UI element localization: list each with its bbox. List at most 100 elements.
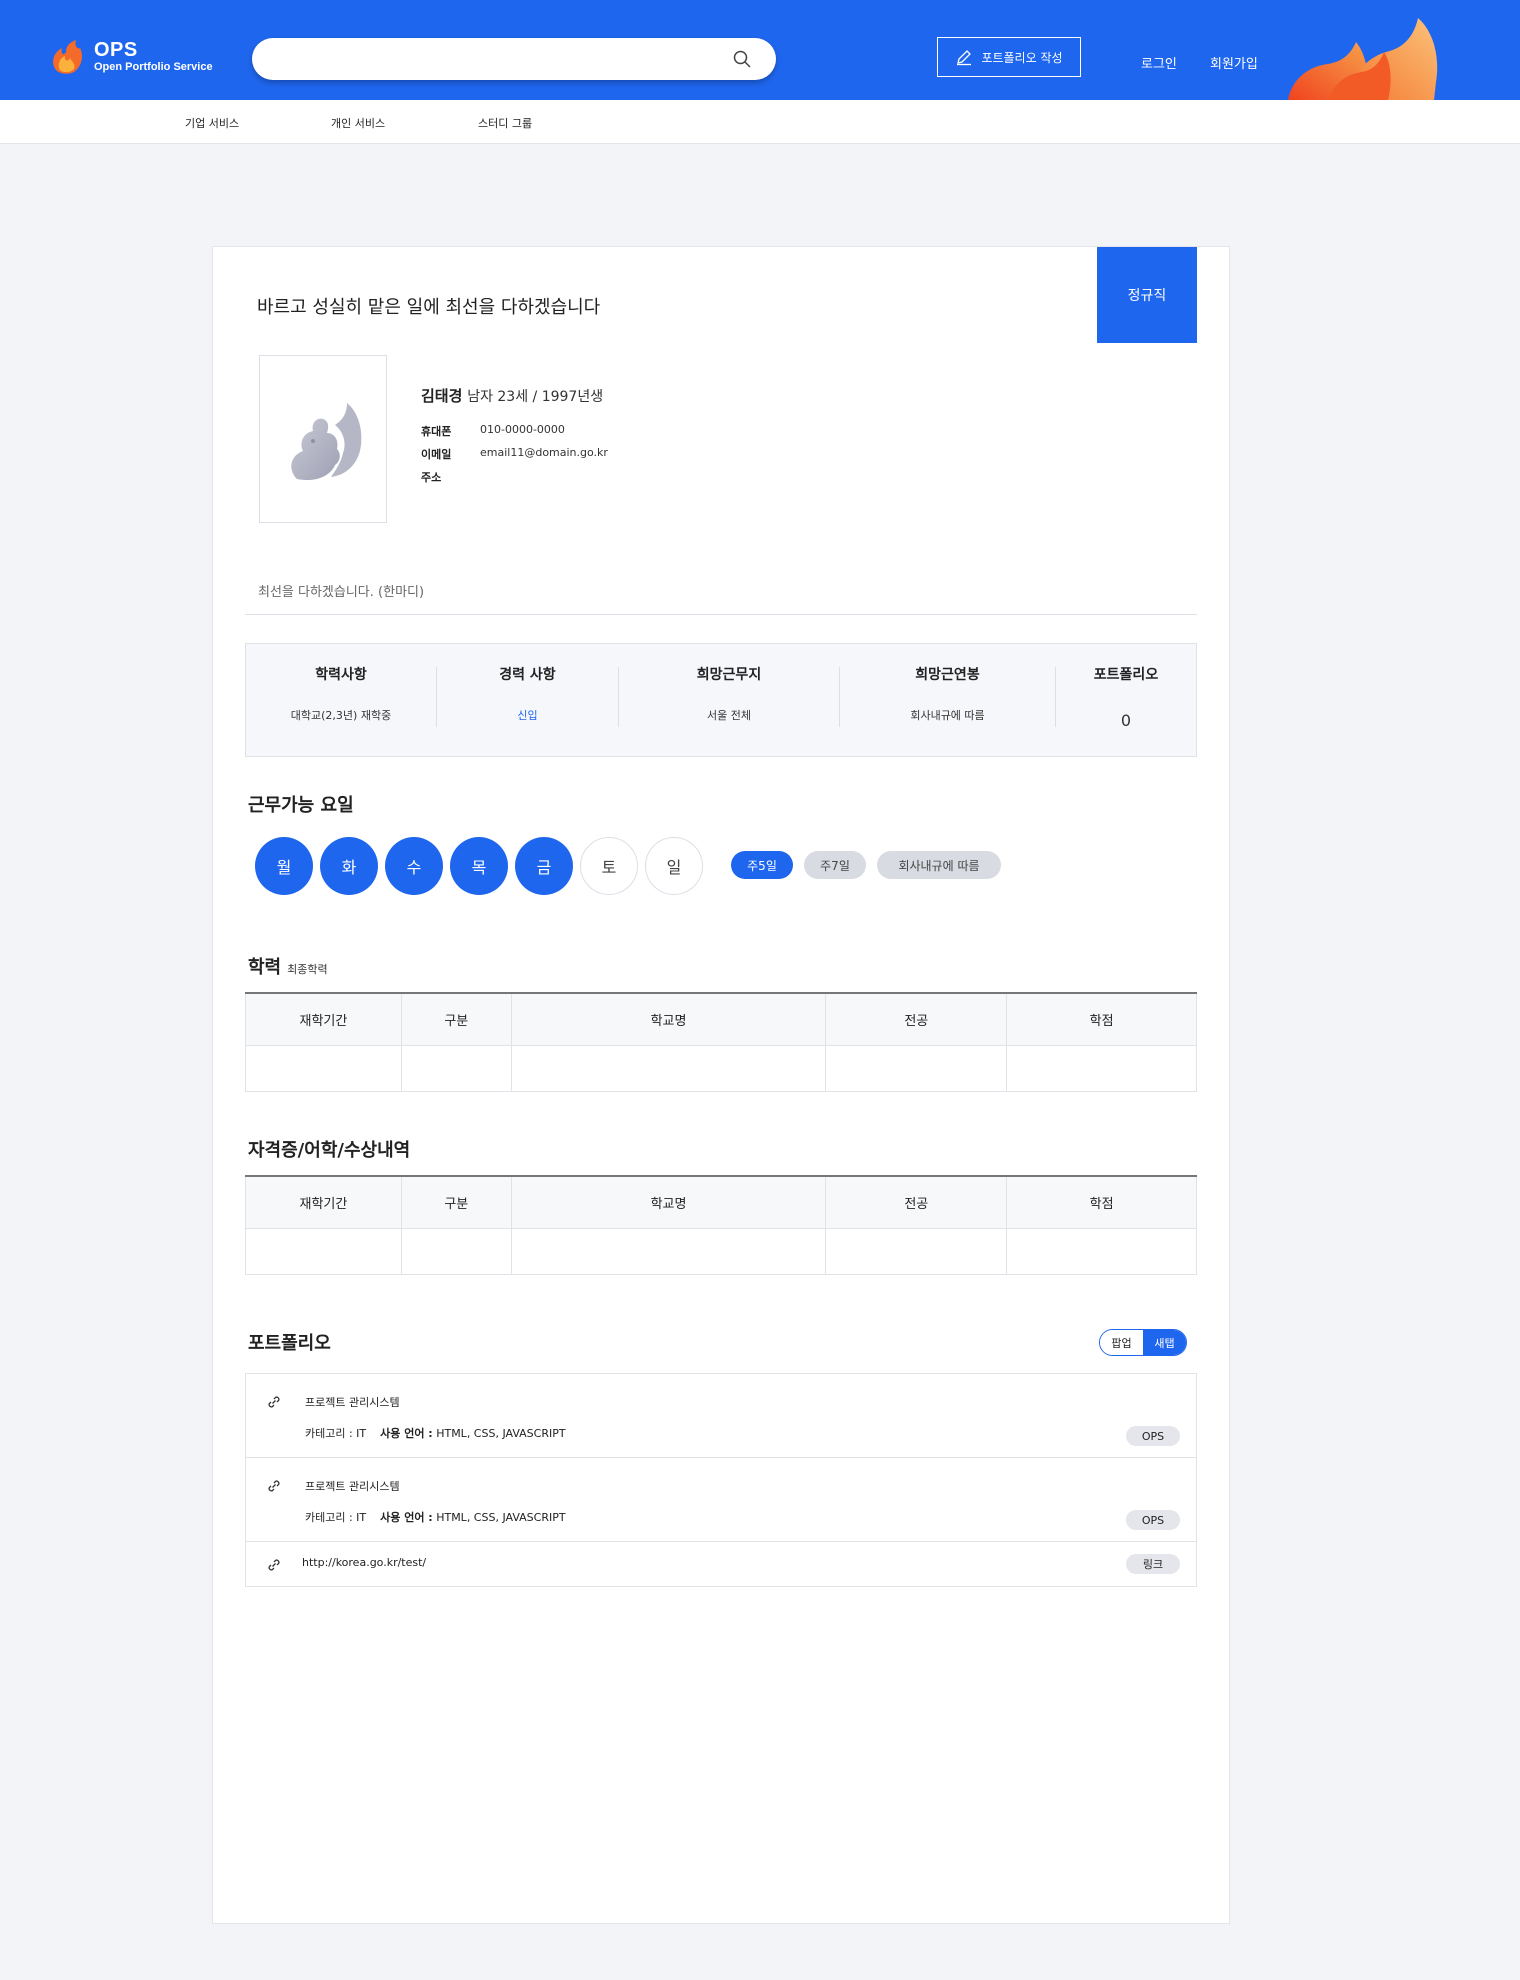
summary-title: 포트폴리오 (1093, 667, 1159, 683)
summary-title: 희망근연봉 (915, 667, 980, 683)
summary-value: 서울 전체 (707, 709, 751, 722)
write-portfolio-button[interactable]: 포트폴리오 작성 (937, 37, 1081, 77)
portfolio-item-meta: 카테고리 : IT 사용 언어 : HTML, CSS, JAVASCRIPT (305, 1509, 566, 1525)
day-mon[interactable]: 월 (255, 837, 313, 895)
column-header: 학교명 (510, 1176, 827, 1229)
table-cell (245, 1227, 402, 1275)
summary-title: 경력 사항 (499, 667, 556, 683)
greeting-text: 최선을 다하겠습니다. (한마디) (258, 585, 425, 600)
logo-subtitle: Open Portfolio Service (94, 60, 213, 73)
education-subtitle: 최종학력 (287, 963, 328, 976)
portfolio-item-tag: OPS (1126, 1510, 1180, 1530)
day-thu[interactable]: 목 (450, 837, 508, 895)
summary-box: 학력사항 대학교(2,3년) 재학중 경력 사항 신입 희망근무지 서울 전체 … (245, 643, 1197, 757)
portfolio-link-url[interactable]: http://korea.go.kr/test/ (302, 1556, 426, 1569)
phone-label: 휴대폰 (421, 425, 452, 438)
resume-card: 바르고 성실히 맡은 일에 최선을 다하겠습니다 정규직 김태경 남자 23세 … (212, 246, 1230, 1924)
column-header: 재학기간 (245, 1176, 402, 1229)
phone-row: 휴대폰 010-0000-0000 (421, 423, 565, 439)
option-5days[interactable]: 주5일 (731, 851, 793, 879)
table-cell (1006, 1227, 1197, 1275)
portfolio-item-lang: HTML, CSS, JAVASCRIPT (436, 1427, 566, 1440)
day-fri[interactable]: 금 (515, 837, 573, 895)
profile-meta: 남자 23세 / 1997년생 (467, 389, 604, 405)
signup-link[interactable]: 회원가입 (1210, 53, 1258, 72)
education-title-text: 학력 (248, 957, 282, 978)
nav-personal-service[interactable]: 개인 서비스 (331, 115, 385, 131)
education-title: 학력 최종학력 (248, 953, 328, 979)
table-cell (400, 1044, 512, 1092)
day-wed[interactable]: 수 (385, 837, 443, 895)
column-header: 학점 (1006, 993, 1197, 1046)
login-link[interactable]: 로그인 (1141, 53, 1177, 72)
address-row: 주소 (421, 469, 480, 485)
logo-title: OPS (94, 38, 138, 61)
day-tue[interactable]: 화 (320, 837, 378, 895)
column-header: 재학기간 (245, 993, 402, 1046)
portfolio-item-lang-label: 사용 언어 : (380, 1427, 433, 1440)
search-icon[interactable] (732, 49, 752, 69)
profile-name-line: 김태경 남자 23세 / 1997년생 (421, 385, 603, 406)
portfolio-item[interactable]: 프로젝트 관리시스템 카테고리 : IT 사용 언어 : HTML, CSS, J… (246, 1458, 1196, 1542)
portfolio-item-title: 프로젝트 관리시스템 (305, 1396, 400, 1409)
summary-salary: 희망근연봉 회사내규에 따름 (840, 644, 1055, 756)
summary-value: 0 (1120, 711, 1132, 730)
nav-business-service[interactable]: 기업 서비스 (185, 115, 239, 131)
table-cell (510, 1044, 827, 1092)
profile-name: 김태경 (421, 387, 463, 405)
link-icon (268, 1559, 280, 1571)
portfolio-link-item[interactable]: http://korea.go.kr/test/ 링크 (246, 1542, 1196, 1586)
column-header: 구분 (400, 993, 512, 1046)
column-header: 전공 (825, 993, 1008, 1046)
education-table: 재학기간 구분 학교명 전공 학점 (245, 992, 1197, 1092)
table-header-row: 재학기간 구분 학교명 전공 학점 (245, 993, 1197, 1046)
portfolio-link-tag: 링크 (1126, 1554, 1180, 1574)
portfolio-item-lang-label: 사용 언어 : (380, 1511, 433, 1524)
toggle-new-tab[interactable]: 새탭 (1143, 1330, 1186, 1355)
toggle-popup[interactable]: 팝업 (1100, 1330, 1143, 1355)
portfolio-item-title: 프로젝트 관리시스템 (305, 1480, 400, 1493)
flame-logo-icon (53, 40, 82, 74)
employment-type-badge: 정규직 (1097, 247, 1197, 343)
column-header: 학교명 (510, 993, 827, 1046)
nav-study-group[interactable]: 스터디 그룹 (478, 115, 532, 131)
option-company-policy[interactable]: 회사내규에 따름 (877, 851, 1001, 879)
write-portfolio-label: 포트폴리오 작성 (981, 50, 1063, 65)
table-cell (1006, 1044, 1197, 1092)
portfolio-item-category: 카테고리 : IT (305, 1511, 367, 1524)
portfolio-item-meta: 카테고리 : IT 사용 언어 : HTML, CSS, JAVASCRIPT (305, 1425, 566, 1441)
email-label: 이메일 (421, 448, 452, 461)
summary-title: 학력사항 (315, 667, 367, 683)
column-header: 구분 (400, 1176, 512, 1229)
table-cell (400, 1227, 512, 1275)
resume-headline: 바르고 성실히 맡은 일에 최선을 다하겠습니다 (257, 297, 601, 318)
summary-value: 회사내규에 따름 (910, 709, 985, 722)
logo[interactable]: OPS Open Portfolio Service (48, 36, 213, 76)
search-bar (252, 38, 776, 80)
table-row (245, 1227, 1197, 1275)
portfolio-title: 포트폴리오 (248, 1333, 331, 1354)
day-sat[interactable]: 토 (580, 837, 638, 895)
day-sun[interactable]: 일 (645, 837, 703, 895)
divider (245, 614, 1197, 615)
summary-value: 신입 (517, 709, 538, 722)
pencil-icon (957, 50, 972, 66)
portfolio-item-lang: HTML, CSS, JAVASCRIPT (436, 1511, 566, 1524)
summary-title: 희망근무지 (696, 667, 762, 683)
summary-career: 경력 사항 신입 (437, 644, 618, 756)
link-icon (268, 1396, 280, 1408)
summary-location: 희망근무지 서울 전체 (619, 644, 839, 756)
search-input[interactable] (274, 38, 714, 80)
option-7days[interactable]: 주7일 (804, 851, 866, 879)
table-cell (825, 1044, 1008, 1092)
column-header: 학점 (1006, 1176, 1197, 1229)
table-cell (510, 1227, 827, 1275)
summary-education: 학력사항 대학교(2,3년) 재학중 (246, 644, 436, 756)
portfolio-item-category: 카테고리 : IT (305, 1427, 367, 1440)
summary-portfolio: 포트폴리오 0 (1056, 644, 1196, 756)
squirrel-placeholder-icon (291, 403, 362, 481)
portfolio-item[interactable]: 프로젝트 관리시스템 카테고리 : IT 사용 언어 : HTML, CSS, J… (246, 1374, 1196, 1458)
summary-value: 대학교(2,3년) 재학중 (290, 709, 392, 722)
address-label: 주소 (421, 471, 442, 484)
portfolio-list: 프로젝트 관리시스템 카테고리 : IT 사용 언어 : HTML, CSS, J… (245, 1373, 1197, 1587)
